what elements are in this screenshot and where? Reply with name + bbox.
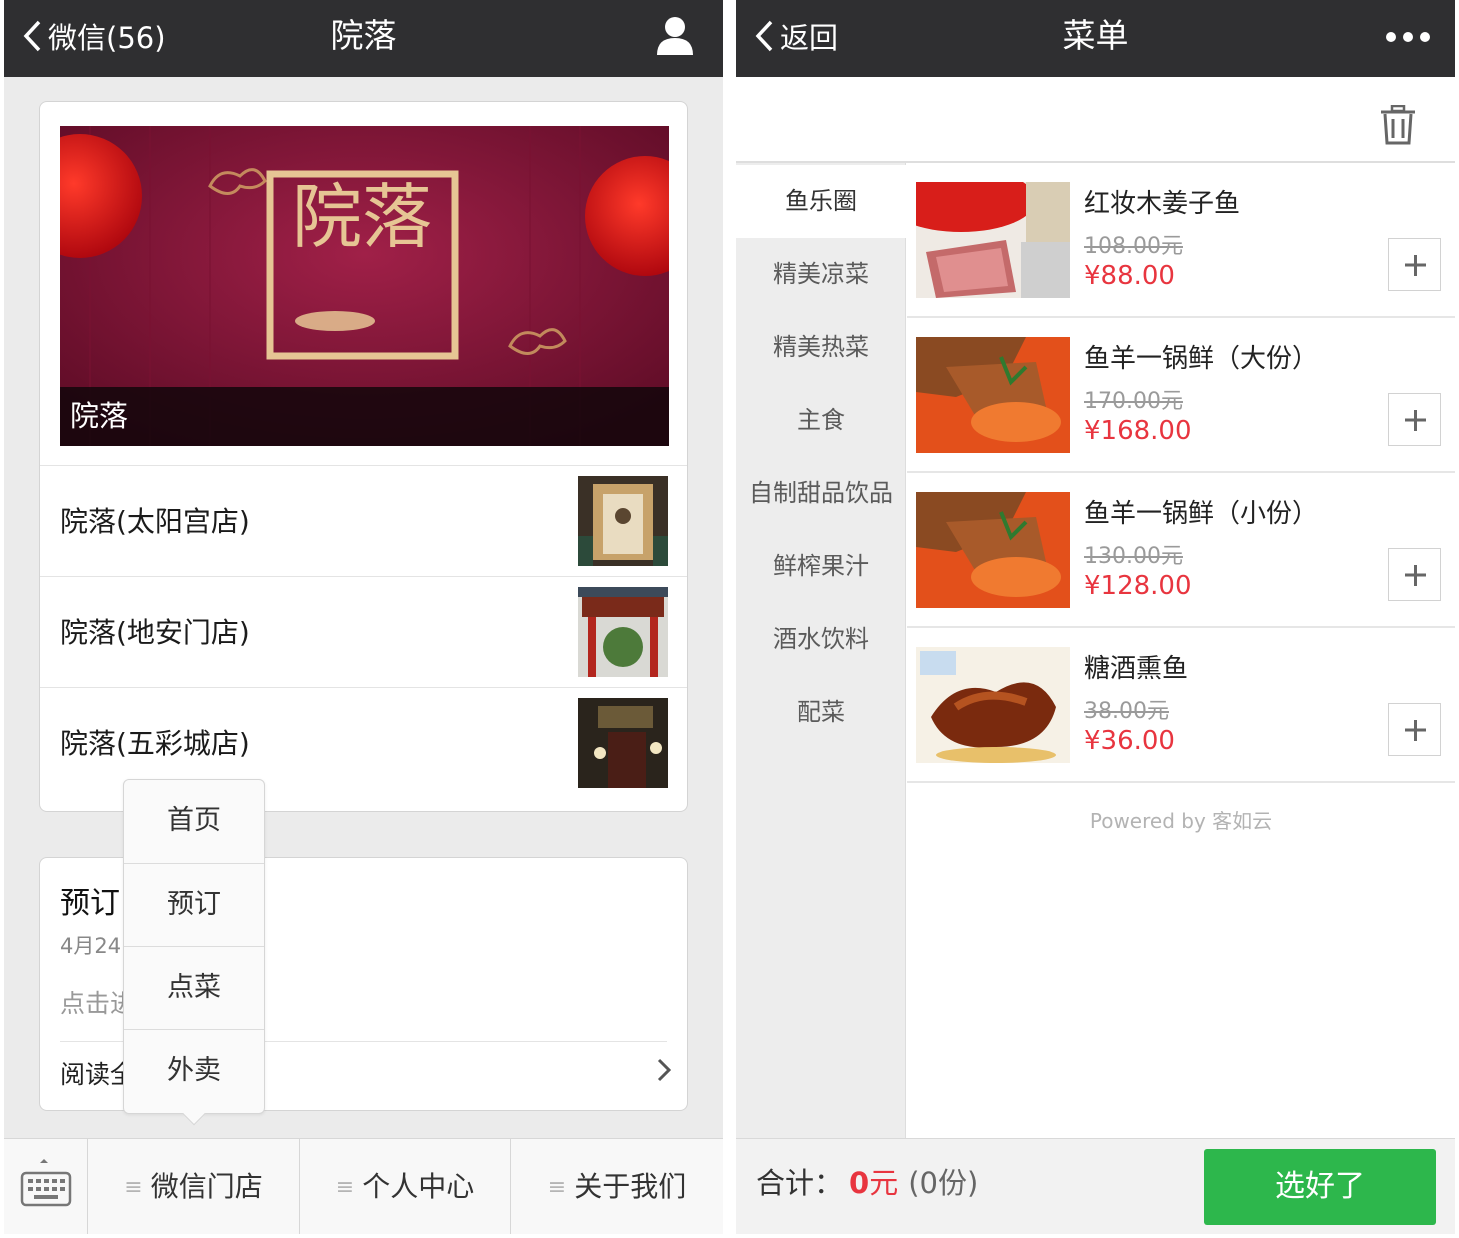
store-thumbnail [578, 698, 668, 788]
plus-icon [1405, 255, 1426, 276]
store-item[interactable]: 院落(太阳宫店) [40, 465, 687, 576]
cart-total-unit: 元 [869, 1166, 899, 1200]
confirm-order-button[interactable]: 选好了 [1204, 1149, 1436, 1225]
add-to-cart-button[interactable] [1388, 238, 1441, 291]
dish-name: 鱼羊一锅鲜（小份） [1084, 499, 1319, 529]
menu-toolbar [736, 77, 1455, 163]
category-item[interactable]: 鲜榨果汁 [736, 530, 906, 603]
dish-original-price: 38.00元 [1084, 699, 1169, 724]
submenu-order[interactable]: 点菜 [124, 946, 264, 1028]
category-item[interactable]: 酒水饮料 [736, 603, 906, 676]
dish-original-price: 170.00元 [1084, 389, 1183, 414]
bottom-menu-bar: ≡ 微信门店 ≡ 个人中心 ≡ 关于我们 [4, 1138, 723, 1234]
category-item[interactable]: 精美热菜 [736, 311, 906, 384]
keyboard-icon [20, 1159, 72, 1207]
submenu-reserve[interactable]: 预订 [124, 863, 264, 945]
dish-name: 鱼羊一锅鲜（大份） [1084, 344, 1319, 374]
banner-caption: 院落 [60, 387, 669, 446]
dish-photo[interactable] [916, 647, 1070, 763]
top-nav-bar: 返回 菜单 [736, 0, 1455, 77]
category-item[interactable]: 自制甜品饮品 [736, 457, 906, 530]
screen-gap [723, 0, 736, 1238]
dish-original-price: 130.00元 [1084, 544, 1183, 569]
dish-name: 红妆木姜子鱼 [1084, 189, 1241, 219]
dish-item: 鱼羊一锅鲜（小份） 130.00元 ¥128.00 [907, 473, 1455, 628]
dish-item: 糖酒熏鱼 38.00元 ¥36.00 [907, 628, 1455, 783]
top-nav-bar: 微信(56) 院落 [4, 0, 723, 77]
dish-original-price: 108.00元 [1084, 234, 1183, 259]
cart-count: (0份) [908, 1166, 979, 1200]
menu-lines-icon: ≡ [547, 1175, 567, 1200]
dish-photo[interactable] [916, 182, 1070, 298]
dish-price: ¥88.00 [1084, 261, 1175, 291]
banner-image[interactable]: 院落 院落 [60, 126, 669, 446]
plus-icon [1405, 565, 1426, 586]
submenu-popup: 首页 预订 点菜 外卖 [123, 779, 265, 1126]
page-title: 院落 [330, 16, 397, 55]
menu-lines-icon: ≡ [124, 1175, 143, 1200]
category-item[interactable]: 配菜 [736, 676, 906, 749]
category-sidebar: 鱼乐圈 精美凉菜 精美热菜 主食 自制甜品饮品 鲜榨果汁 酒水饮料 配菜 [736, 163, 906, 1138]
dish-price: ¥128.00 [1084, 571, 1192, 601]
plus-icon [1405, 410, 1426, 431]
category-item[interactable]: 主食 [736, 384, 906, 457]
category-item[interactable]: 精美凉菜 [736, 238, 906, 311]
dish-item: 红妆木姜子鱼 108.00元 ¥88.00 [907, 163, 1455, 318]
keyboard-toggle-button[interactable] [4, 1139, 88, 1234]
store-name: 院落(地安门店) [60, 616, 250, 649]
dish-photo[interactable] [916, 337, 1070, 453]
menu-tab-wechat-store[interactable]: ≡ 微信门店 [88, 1139, 300, 1234]
menu-tab-label: 关于我们 [574, 1170, 687, 1203]
store-name: 院落(太阳宫店) [60, 505, 250, 538]
menu-tab-label: 个人中心 [362, 1170, 475, 1203]
dish-price: ¥168.00 [1084, 416, 1192, 446]
submenu-takeout[interactable]: 外卖 [124, 1029, 264, 1111]
store-item[interactable]: 院落(地安门店) [40, 576, 687, 687]
logo-text: 院落 [292, 176, 432, 258]
cart-total-label: 合计： [756, 1166, 844, 1200]
submenu-home[interactable]: 首页 [124, 780, 264, 862]
chevron-right-icon [657, 1058, 671, 1082]
trash-icon[interactable] [1379, 105, 1417, 145]
store-thumbnail [578, 476, 668, 566]
menu-tab-label: 微信门店 [150, 1170, 263, 1203]
user-profile-button[interactable] [655, 15, 695, 59]
store-thumbnail [578, 587, 668, 677]
cart-bar: 合计： 0元 (0份) 选好了 [736, 1138, 1455, 1234]
more-options-button[interactable] [1385, 15, 1431, 59]
cart-total-value: 0 [849, 1166, 870, 1200]
store-list-card: 院落 院落 院落(太阳宫店) 院落(地安门店) 院落(五彩城店) [39, 101, 688, 812]
cart-summary: 合计： 0元 (0份) [756, 1139, 978, 1227]
add-to-cart-button[interactable] [1388, 548, 1441, 601]
dish-photo[interactable] [916, 492, 1070, 608]
more-dots-icon [1386, 32, 1430, 42]
reservation-date: 4月24 [60, 934, 122, 958]
category-item-active[interactable]: 鱼乐圈 [736, 165, 906, 238]
reservation-title: 预订 [60, 886, 120, 921]
user-icon [657, 17, 693, 55]
menu-tab-personal-center[interactable]: ≡ 个人中心 [300, 1139, 511, 1234]
plus-icon [1405, 720, 1426, 741]
add-to-cart-button[interactable] [1388, 393, 1441, 446]
store-screen: 微信(56) 院落 院落 院落 院落(太阳宫店) 院落(地安门店) 院落(五彩城… [4, 0, 723, 1234]
menu-lines-icon: ≡ [335, 1175, 355, 1200]
powered-by-footer: Powered by 客如云 [1089, 809, 1273, 833]
menu-tab-about-us[interactable]: ≡ 关于我们 [511, 1139, 723, 1234]
menu-screen: 返回 菜单 鱼乐圈 精美凉菜 精美热菜 主食 自制甜品饮品 鲜榨果汁 酒水饮料 … [736, 0, 1455, 1234]
page-title: 菜单 [1062, 16, 1129, 55]
dish-price: ¥36.00 [1084, 726, 1175, 756]
add-to-cart-button[interactable] [1388, 703, 1441, 756]
dish-item: 鱼羊一锅鲜（大份） 170.00元 ¥168.00 [907, 318, 1455, 473]
dish-name: 糖酒熏鱼 [1084, 654, 1189, 684]
